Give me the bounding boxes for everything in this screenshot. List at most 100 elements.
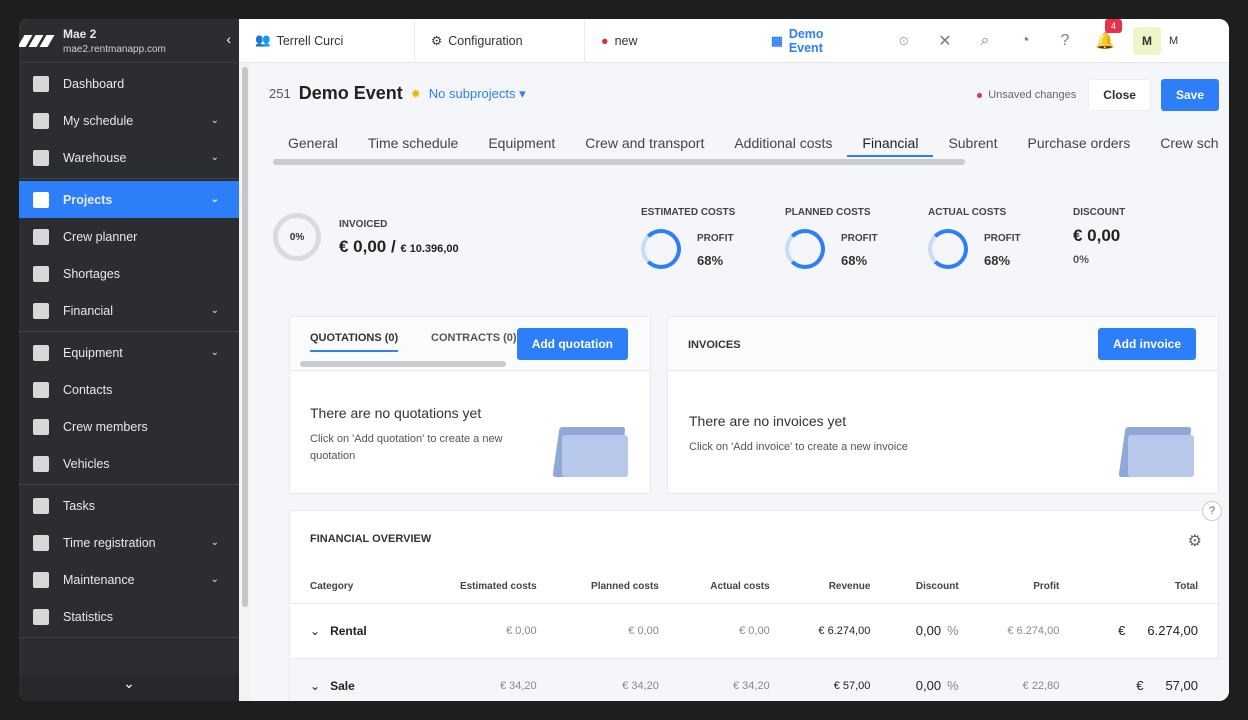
category-label: Rental (330, 623, 367, 638)
expand-chevron-icon[interactable]: ⌄ (310, 679, 320, 693)
save-button[interactable]: Save (1160, 79, 1219, 111)
crew-planner-icon (33, 228, 49, 245)
pin-icon[interactable]: ⊙ (899, 33, 909, 48)
column-header[interactable]: Planned costs (558, 571, 681, 604)
sidebar-item-equipment[interactable]: Equipment ⌄ (19, 334, 239, 371)
tab-new[interactable]: ● new (585, 19, 755, 63)
discount-unit: % (947, 678, 959, 693)
subprojects-dropdown[interactable]: No subprojects ▾ (429, 86, 526, 102)
sidebar-item-my-schedule[interactable]: My schedule ⌄ (19, 102, 239, 139)
tab-crew-sch[interactable]: Crew sch (1145, 131, 1229, 157)
sidebar-item-financial[interactable]: Financial ⌄ (19, 292, 239, 329)
event-icon: ▦ (771, 34, 783, 48)
add-quotation-button[interactable]: Add quotation (516, 328, 628, 360)
clock-icon (33, 534, 49, 551)
planned-cell: € 34,20 (558, 658, 681, 701)
column-header[interactable]: Category (290, 571, 425, 604)
sidebar-item-label: Crew planner (63, 229, 138, 244)
user-avatar-button[interactable]: M (1125, 26, 1169, 55)
close-button[interactable]: Close (1088, 79, 1151, 111)
folder-illustration-icon (552, 421, 628, 477)
crew-members-icon (33, 418, 49, 435)
sidebar-item-contacts[interactable]: Contacts (19, 371, 239, 408)
chevron-down-icon: ⌄ (210, 152, 219, 163)
discount-input[interactable]: 0,00 (916, 623, 941, 638)
avatar: M (1133, 26, 1161, 55)
financial-icon (33, 302, 49, 319)
column-header[interactable]: Profit (980, 571, 1082, 604)
total-value: 6.274,00 (1147, 623, 1198, 638)
column-header[interactable]: Actual costs (680, 571, 792, 604)
column-header[interactable]: Total (1081, 571, 1220, 604)
column-header[interactable]: Discount (892, 571, 981, 604)
timer-icon[interactable]: ◔ (1005, 19, 1045, 63)
expand-chevron-icon[interactable]: ⌄ (310, 624, 320, 638)
tab-general[interactable]: General (273, 131, 353, 157)
sidebar-item-shortages[interactable]: Shortages (19, 255, 239, 292)
tab-user[interactable]: 👥 Terrell Curci (239, 19, 415, 63)
add-invoice-button[interactable]: Add invoice (1097, 328, 1196, 360)
table-row[interactable]: ⌄ Sale € 34,20 € 34,20 € 34,20 € 57,00 0,00% € … (290, 658, 1220, 701)
gear-icon: ⚙ (431, 34, 443, 48)
org-header[interactable]: Mae 2 mae2.rentmanapp.com ‹ (19, 19, 239, 63)
total-currency: € (1118, 623, 1126, 638)
sidebar-item-vehicles[interactable]: Vehicles (19, 445, 239, 482)
planned-cell: € 0,00 (558, 603, 681, 659)
tab-crew-and-transport[interactable]: Crew and transport (570, 131, 719, 157)
discount-input[interactable]: 0,00 (916, 678, 941, 693)
tab-configuration[interactable]: ⚙ Configuration (415, 19, 585, 63)
total-cell[interactable]: €57,00 (1081, 658, 1220, 701)
sidebar-item-label: Shortages (63, 266, 120, 281)
tab-financial[interactable]: Financial (847, 131, 934, 157)
help-circle-icon[interactable]: ? (1202, 501, 1222, 521)
sidebar-item-crew-members[interactable]: Crew members (19, 408, 239, 445)
estimated-cell: € 34,20 (424, 658, 559, 701)
sidebar-item-tasks[interactable]: Tasks (19, 487, 239, 524)
table-row[interactable]: ⌄ Rental € 0,00 € 0,00 € 0,00 € 6.274,00 0,00%… (290, 603, 1220, 659)
settings-gear-icon[interactable]: ⚙ (1188, 531, 1202, 551)
invoiced-value: € 0,00 / € 10.396,00 (339, 237, 459, 257)
sidebar-item-time-registration[interactable]: Time registration ⌄ (19, 524, 239, 561)
shortages-icon (33, 265, 49, 282)
tab-demo-event[interactable]: ▦ Demo Event ⊙ (755, 19, 925, 63)
financial-overview-title: FINANCIAL OVERVIEW (310, 533, 432, 545)
tab-purchase-orders[interactable]: Purchase orders (1012, 131, 1145, 157)
sidebar-item-label: Statistics (63, 609, 114, 624)
tab-subrent[interactable]: Subrent (933, 131, 1012, 157)
sidebar-scrollbar[interactable] (239, 63, 251, 701)
discount-pct: 0% (1073, 254, 1089, 266)
chevron-down-icon: ⌄ (210, 347, 219, 358)
cost-summary-planned-costs: PLANNED COSTS PROFIT 68% (785, 207, 915, 269)
tab-time-schedule[interactable]: Time schedule (353, 131, 474, 157)
sidebar-item-dashboard[interactable]: Dashboard (19, 65, 239, 102)
avatar-extra: M (1169, 34, 1179, 47)
total-cell[interactable]: €6.274,00 (1081, 603, 1220, 659)
close-tab-icon[interactable]: ✕ (925, 19, 965, 63)
chevron-down-icon: ⌄ (210, 115, 219, 126)
sidebar-item-statistics[interactable]: Statistics (19, 598, 239, 635)
column-header[interactable]: Revenue (791, 571, 893, 604)
bell-icon[interactable]: 🔔 4 (1085, 19, 1125, 63)
discount-cell[interactable]: 0,00% (892, 658, 981, 701)
column-header[interactable]: Estimated costs (424, 571, 559, 604)
scroll-down-icon[interactable]: ⌄ (19, 675, 239, 701)
new-icon: ● (601, 33, 609, 48)
sidebar-item-projects[interactable]: Projects ⌄ (19, 181, 239, 218)
main-content: 251 Demo Event ✸ No subprojects ▾ Unsave… (251, 63, 1229, 701)
quotations-tabs-scrollbar[interactable] (300, 361, 506, 367)
tab-contracts[interactable]: CONTRACTS (0) (431, 332, 517, 344)
financial-summary: 0% INVOICED € 0,00 / € 10.396,00 ESTIMAT… (271, 187, 1211, 277)
cost-label: ESTIMATED COSTS (641, 207, 736, 218)
collapse-sidebar-icon[interactable]: ‹ (226, 31, 231, 47)
help-icon[interactable]: ? (1045, 19, 1085, 63)
tab-equipment[interactable]: Equipment (473, 131, 570, 157)
sidebar-item-warehouse[interactable]: Warehouse ⌄ (19, 139, 239, 176)
tabs-scrollbar[interactable] (273, 159, 965, 165)
star-icon[interactable]: ✸ (411, 87, 421, 101)
sidebar-item-crew-planner[interactable]: Crew planner (19, 218, 239, 255)
sidebar-item-maintenance[interactable]: Maintenance ⌄ (19, 561, 239, 598)
tab-additional-costs[interactable]: Additional costs (719, 131, 847, 157)
discount-cell[interactable]: 0,00% (892, 603, 981, 659)
tab-quotations[interactable]: QUOTATIONS (0) (310, 332, 399, 352)
search-icon[interactable]: ⌕ (965, 19, 1005, 63)
